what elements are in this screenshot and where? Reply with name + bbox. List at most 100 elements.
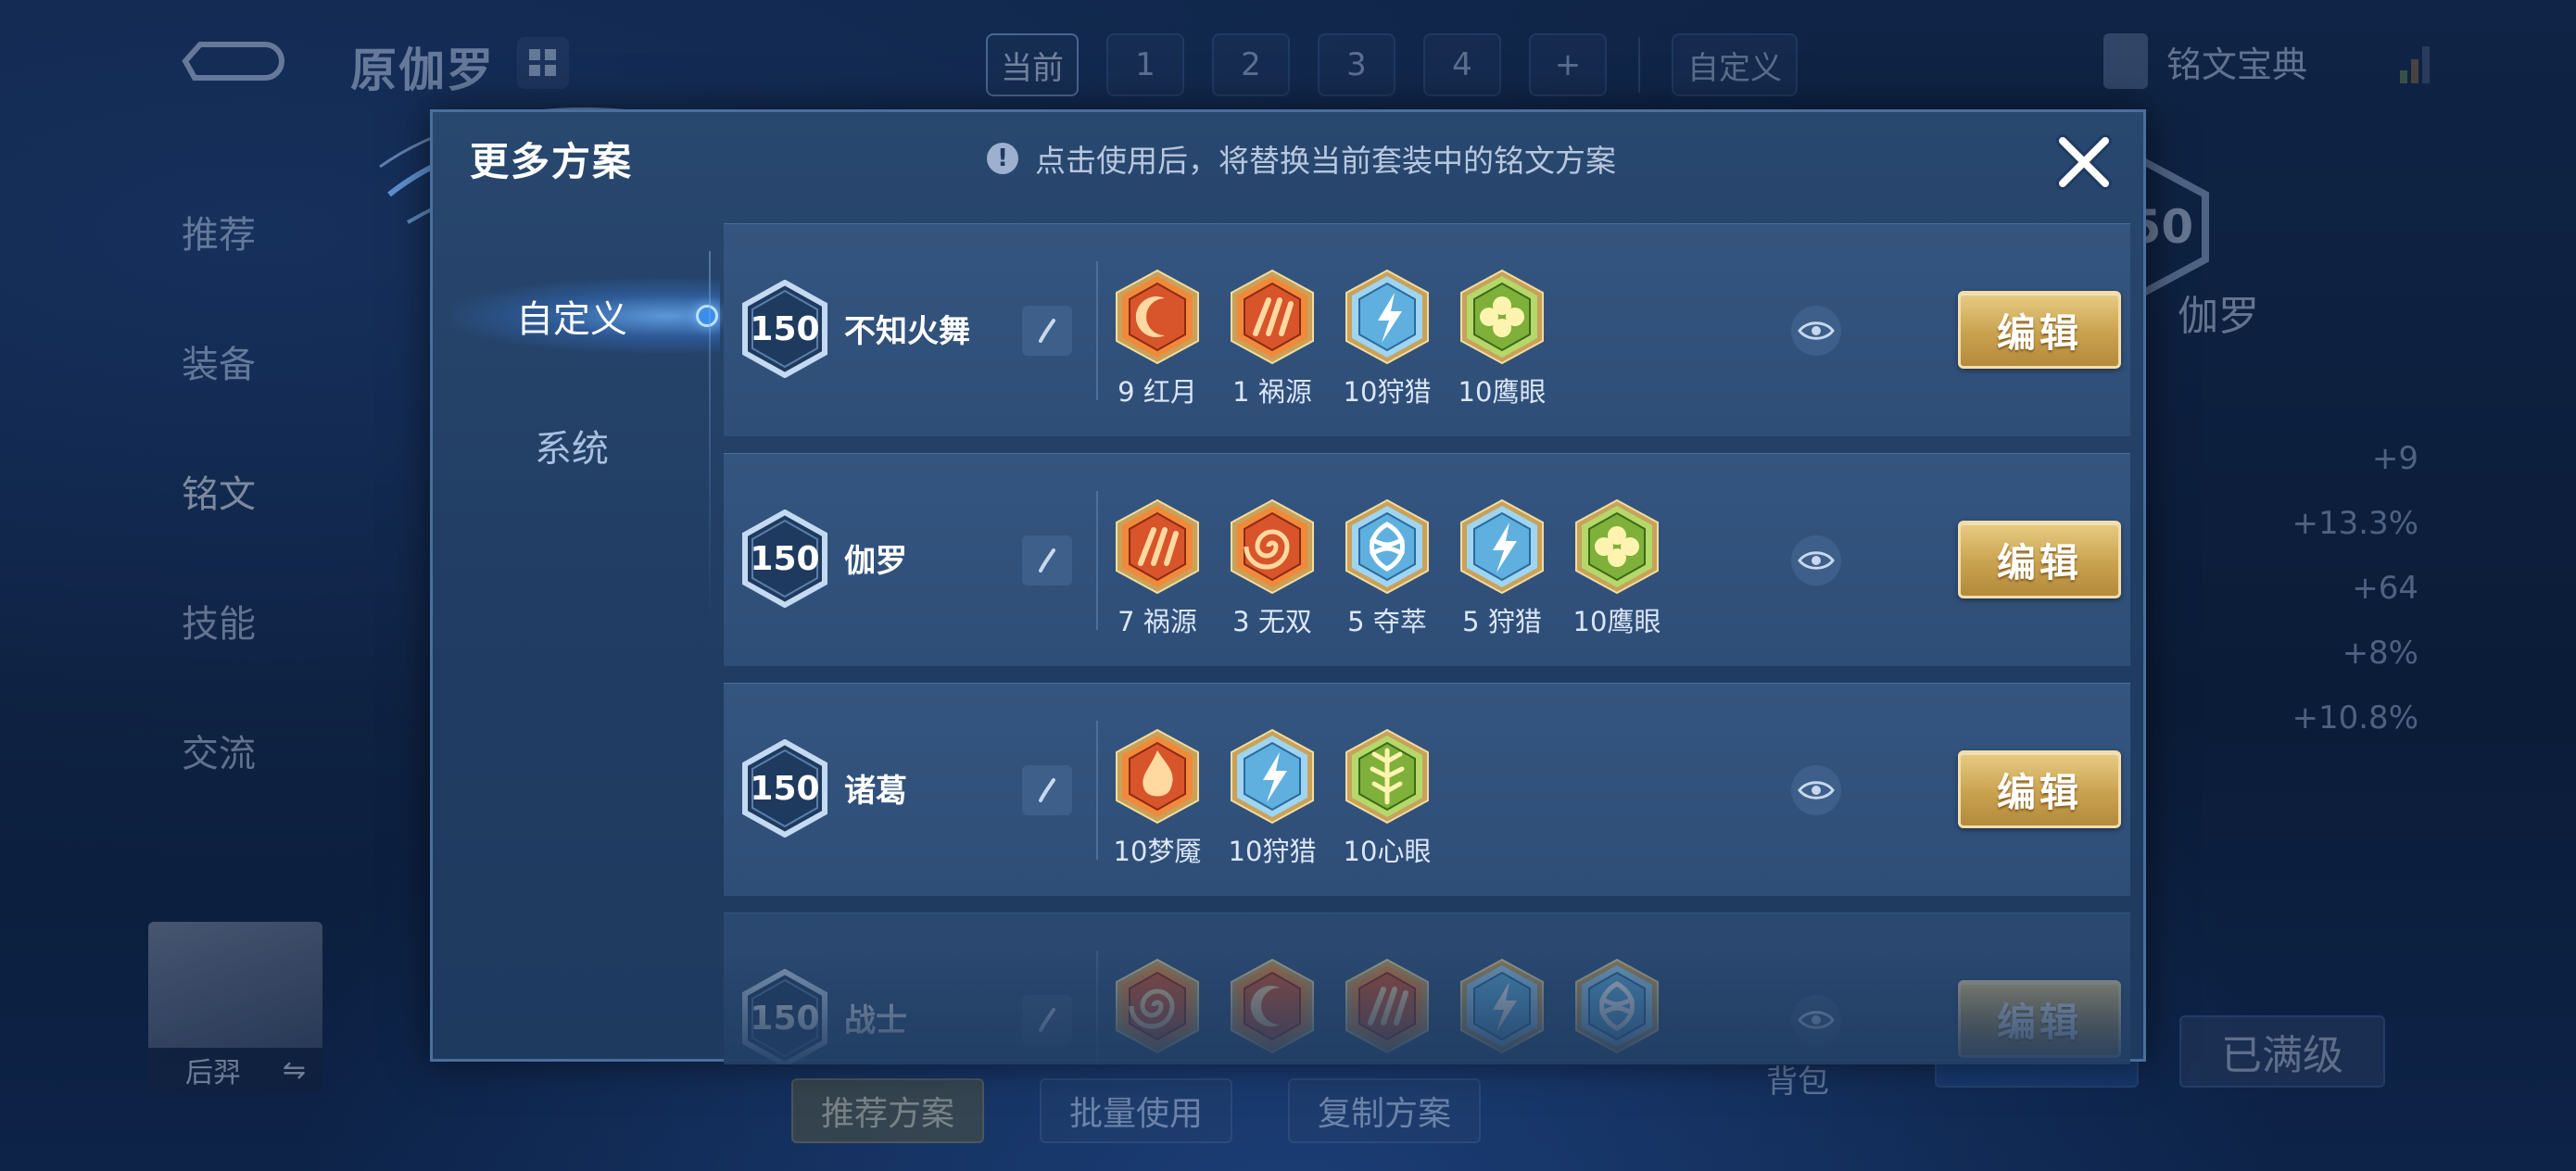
swap-icon[interactable]: ⇋ <box>283 1054 306 1087</box>
side-item-recommend[interactable]: 推荐 <box>182 167 256 296</box>
rune-label: 10鹰眼 <box>1458 376 1547 408</box>
rune-claw-icon <box>1113 498 1202 595</box>
stat-value: +8% <box>2342 635 2418 672</box>
rune-list: 10梦魇 10狩猎 10心眼 <box>1113 728 1432 869</box>
page-tab-2[interactable]: 2 <box>1212 33 1290 96</box>
rune-slot: 10狩猎 <box>1228 728 1317 869</box>
row-divider <box>1096 261 1098 400</box>
back-arrow-icon[interactable] <box>182 35 285 87</box>
side-item-runes[interactable]: 铭文 <box>182 426 256 556</box>
plan-name: 诸葛 <box>844 773 907 810</box>
preview-button[interactable] <box>1791 765 1841 815</box>
rune-list <box>1113 958 1661 1060</box>
hero-card-label: 后羿 ⇋ <box>148 1048 322 1092</box>
row-divider <box>1096 721 1098 860</box>
info-icon: ! <box>987 143 1018 174</box>
rune-label: 5 夺萃 <box>1347 606 1427 637</box>
active-tab-indicator <box>696 305 718 327</box>
plan-row[interactable]: 150 战士 编辑 <box>724 913 2130 1064</box>
plan-name: 伽罗 <box>844 543 907 580</box>
maxed-button: 已满级 <box>2179 1015 2385 1088</box>
hero-card[interactable]: 后羿 ⇋ <box>148 922 322 1092</box>
rune-label: 10鹰眼 <box>1572 606 1661 637</box>
page-tab-custom[interactable]: 自定义 <box>1672 33 1798 96</box>
preview-button[interactable] <box>1791 535 1841 586</box>
signal-icon <box>2400 46 2430 83</box>
rune-slot <box>1572 958 1661 1060</box>
rename-button[interactable] <box>1022 535 1072 586</box>
nav-divider <box>709 251 711 622</box>
pencil-icon <box>1039 778 1055 802</box>
plan-row[interactable]: 150 诸葛 10梦魇 10狩猎 10心眼 编辑 <box>724 683 2130 896</box>
rune-claw-icon <box>1228 269 1317 365</box>
rune-swirl-icon <box>1113 958 1202 1054</box>
rune-slot: 10狩猎 <box>1343 269 1432 409</box>
side-item-equipment[interactable]: 装备 <box>182 296 256 426</box>
rune-leaf-icon <box>1343 728 1432 825</box>
rune-label: 1 祸源 <box>1232 376 1312 408</box>
plan-row[interactable]: 150 伽罗 7 祸源 3 无双 5 夺萃 5 狩猎 10鹰眼 编辑 <box>724 453 2130 666</box>
rune-knot-icon <box>1343 498 1432 595</box>
page-tab-current[interactable]: 当前 <box>986 33 1079 96</box>
plan-level-badge: 150 <box>740 509 829 609</box>
plan-level-badge: 150 <box>740 968 829 1064</box>
rename-button[interactable] <box>1022 995 1072 1045</box>
game-screen: 原伽罗 当前 1 2 3 4 + 自定义 铭文宝典 推荐 装备 铭文 技能 交流 <box>0 0 2576 1171</box>
grid-menu-icon[interactable] <box>517 37 569 89</box>
rune-slot: 10鹰眼 <box>1458 269 1547 409</box>
close-button[interactable] <box>2051 129 2117 195</box>
page-tab-4[interactable]: 4 <box>1423 33 1501 96</box>
rune-label: 5 狩猎 <box>1462 606 1542 637</box>
tab-separator <box>1638 37 1640 93</box>
rename-button[interactable] <box>1022 306 1072 356</box>
rune-label: 7 祸源 <box>1118 606 1197 637</box>
bottom-buttons: 推荐方案 批量使用 复制方案 <box>791 1078 1482 1143</box>
pencil-icon <box>1039 548 1055 573</box>
side-item-discuss[interactable]: 交流 <box>182 686 256 815</box>
rune-label: 9 红月 <box>1118 376 1197 408</box>
dialog-title: 更多方案 <box>470 139 634 184</box>
codex-label: 铭文宝典 <box>2166 44 2308 85</box>
hero-card-name: 后羿 <box>185 1057 241 1089</box>
page-tab-add[interactable]: + <box>1529 33 1607 96</box>
plan-list: 150 不知火舞 9 红月 1 祸源 10狩猎 10鹰眼 编辑 150 伽罗 7… <box>724 223 2130 1064</box>
stat-value: +13.3% <box>2292 505 2419 542</box>
hero-name: 伽罗 <box>2178 293 2259 340</box>
edit-button[interactable]: 编辑 <box>1958 750 2121 828</box>
preview-button[interactable] <box>1791 306 1841 356</box>
side-nav: 推荐 装备 铭文 技能 交流 <box>182 167 256 815</box>
plan-category-tabs: 自定义 系统 <box>433 251 720 510</box>
rename-button[interactable] <box>1022 765 1072 815</box>
hero-title: 原伽罗 <box>350 44 495 97</box>
plan-row[interactable]: 150 不知火舞 9 红月 1 祸源 10狩猎 10鹰眼 编辑 <box>724 223 2130 436</box>
rune-codex-button[interactable]: 铭文宝典 <box>2103 33 2307 89</box>
eye-icon <box>1798 1011 1835 1029</box>
rune-slot: 5 狩猎 <box>1458 498 1547 639</box>
edit-button[interactable]: 编辑 <box>1958 291 2121 369</box>
close-icon <box>2056 134 2112 190</box>
plan-level-badge: 150 <box>740 279 829 379</box>
pencil-icon <box>1039 319 1055 343</box>
tab-system[interactable]: 系统 <box>433 381 711 510</box>
rune-label: 10狩猎 <box>1343 376 1432 408</box>
edit-button[interactable]: 编辑 <box>1958 980 2121 1058</box>
edit-button[interactable]: 编辑 <box>1958 521 2121 598</box>
copy-plan-button[interactable]: 复制方案 <box>1288 1078 1482 1143</box>
rune-label: 10梦魇 <box>1113 836 1202 867</box>
tab-custom[interactable]: 自定义 <box>433 251 720 381</box>
rune-list: 9 红月 1 祸源 10狩猎 10鹰眼 <box>1113 269 1547 409</box>
side-item-skills[interactable]: 技能 <box>182 556 256 686</box>
stat-value: +64 <box>2352 570 2418 607</box>
page-tab-3[interactable]: 3 <box>1318 33 1395 96</box>
page-tab-1[interactable]: 1 <box>1106 33 1184 96</box>
plan-level: 150 <box>750 309 820 348</box>
row-divider <box>1096 491 1098 630</box>
eye-icon <box>1798 321 1835 340</box>
rune-flame-icon <box>1113 728 1202 825</box>
plan-level-badge: 150 <box>740 738 829 838</box>
batch-use-button[interactable]: 批量使用 <box>1040 1078 1233 1143</box>
rune-slot: 3 无双 <box>1228 498 1317 639</box>
preview-button[interactable] <box>1791 995 1841 1045</box>
recommend-plan-button[interactable]: 推荐方案 <box>791 1078 985 1143</box>
rune-slot: 10梦魇 <box>1113 728 1202 869</box>
